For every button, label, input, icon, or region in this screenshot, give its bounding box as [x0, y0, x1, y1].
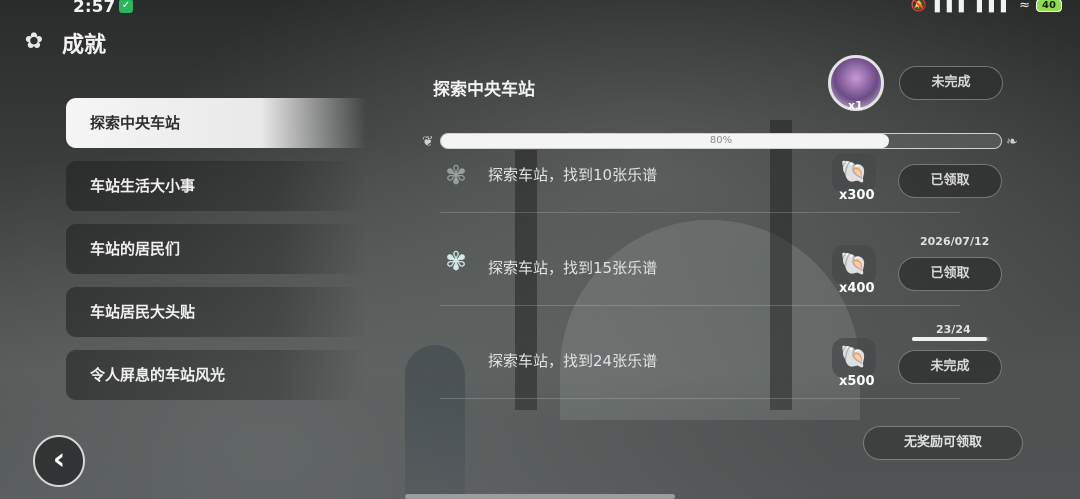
sidebar-item-station-life[interactable]: 车站生活大小事 [66, 161, 366, 211]
sidebar-item-label: 探索中央车站 [90, 114, 181, 132]
achievement-progress-text: 23/24 [936, 323, 971, 336]
battery-indicator: 40 [1036, 0, 1062, 12]
flower-badge-icon: ✾ [445, 247, 467, 277]
shell-reward-icon: 🐚 [832, 338, 876, 378]
shell-reward-icon: 🐚 [832, 245, 876, 285]
claimed-button[interactable]: 已领取 [898, 257, 1002, 291]
row-divider [440, 212, 960, 213]
background-pillar [770, 120, 792, 410]
shield-icon: ✓ [119, 0, 133, 13]
signal-icons: 🔕 ▌▌▌ ▌▌▌ ≈ [910, 0, 1032, 13]
claimed-button[interactable]: 已领取 [898, 164, 1002, 198]
achievement-badge-icon: ✿ [24, 29, 44, 54]
reward-count: x400 [839, 281, 875, 296]
flower-badge-icon: ✾ [445, 161, 467, 191]
panel-title: 探索中央车站 [433, 80, 535, 100]
completion-date: 2026/07/12 [920, 235, 990, 248]
row-divider [440, 305, 960, 306]
shell-reward-icon: 🐚 [832, 153, 876, 193]
panel-progress-bar: 80% [440, 133, 1002, 149]
chevron-left-icon: ‹ [52, 442, 66, 477]
achievement-progress-bar [912, 337, 990, 341]
avatar-reward-count: x1 [848, 99, 863, 112]
sidebar-item-label: 车站生活大小事 [90, 177, 196, 195]
sidebar-item-station-scenery[interactable]: 令人屏息的车站风光 [66, 350, 366, 400]
sidebar-item-station-residents[interactable]: 车站的居民们 [66, 224, 366, 274]
sidebar-item-label: 车站的居民们 [90, 240, 181, 258]
panel-status-button[interactable]: 未完成 [899, 66, 1003, 100]
achievement-text: 探索车站，找到10张乐谱 [488, 166, 658, 184]
leaf-right-icon: ❧ [1006, 134, 1018, 150]
status-time: 2:57 [73, 0, 116, 17]
page-title: 成就 [62, 33, 107, 58]
panel-progress-label: 80% [709, 135, 733, 146]
leaf-left-icon: ❦ [422, 134, 434, 150]
achievement-text: 探索车站，找到24张乐谱 [488, 352, 658, 370]
sidebar-item-explore-central-station[interactable]: 探索中央车站 [66, 98, 366, 148]
sidebar-item-label: 车站居民大头贴 [90, 303, 196, 321]
sidebar-item-label: 令人屏息的车站风光 [90, 366, 226, 384]
back-button[interactable]: ‹ [33, 435, 85, 487]
achievement-progress-fill [912, 337, 987, 341]
achievement-text: 探索车站，找到15张乐谱 [488, 259, 658, 277]
incomplete-button[interactable]: 未完成 [898, 350, 1002, 384]
background-pillar [515, 150, 537, 410]
claim-all-button[interactable]: 无奖励可领取 [863, 426, 1023, 460]
reward-count: x300 [839, 188, 875, 203]
home-indicator[interactable] [405, 494, 675, 499]
sidebar-item-resident-portraits[interactable]: 车站居民大头贴 [66, 287, 366, 337]
reward-count: x500 [839, 374, 875, 389]
row-divider [440, 398, 960, 399]
